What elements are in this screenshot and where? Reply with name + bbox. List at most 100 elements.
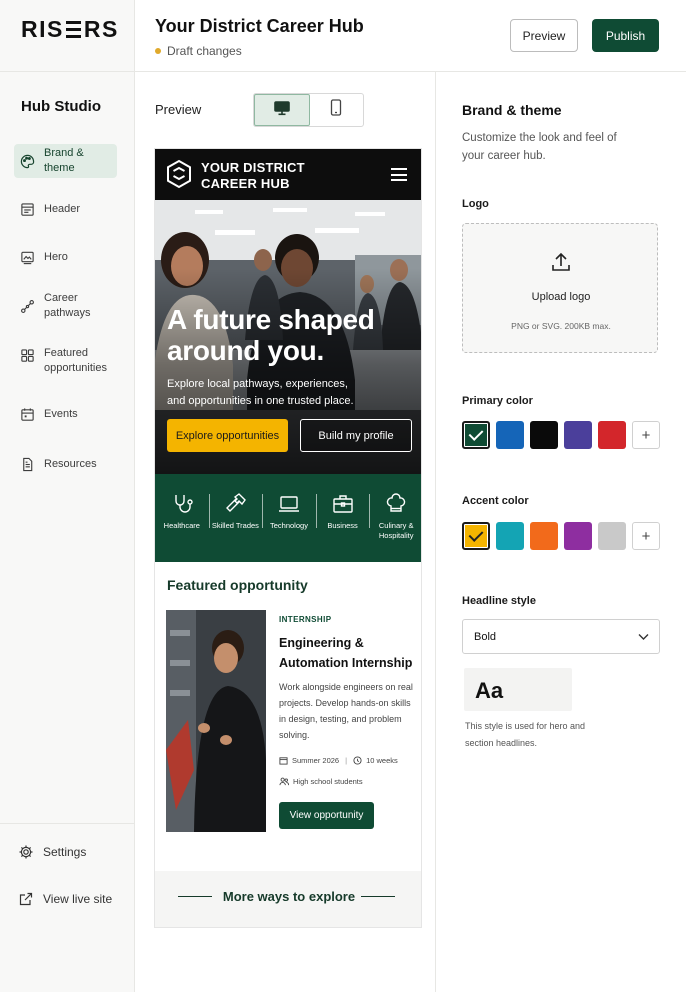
primary-swatch-blue[interactable] xyxy=(496,421,524,449)
page-title: Your District Career Hub xyxy=(155,16,364,36)
sidebar-item-label: Events xyxy=(44,407,78,420)
desktop-view-button[interactable] xyxy=(254,94,310,126)
sidebar-item-hero[interactable]: Hero xyxy=(14,240,126,274)
panel-description: Customize the look and feel of your care… xyxy=(462,132,617,162)
upload-icon xyxy=(549,250,573,279)
pathway-label: Technology xyxy=(270,521,308,530)
sidebar: RIS RS Hub Studio Brand & theme Header He… xyxy=(0,0,135,992)
headline-style-value: Bold xyxy=(474,630,497,643)
gear-icon xyxy=(17,843,35,861)
sidebar-item-career-pathways[interactable]: Career pathways xyxy=(14,289,126,323)
primary-swatch-black[interactable] xyxy=(530,421,558,449)
pathway-label: Business xyxy=(327,521,358,530)
primary-color-label: Primary color xyxy=(462,395,533,407)
draft-status: Draft changes xyxy=(155,44,242,58)
build-profile-button[interactable]: Build my profile xyxy=(300,419,412,452)
logo-upload-dropzone[interactable]: Upload logo PNG or SVG. 200KB max. xyxy=(462,223,658,353)
plus-icon: + xyxy=(641,527,651,545)
laptop-icon xyxy=(278,496,299,512)
grid-icon xyxy=(18,346,36,364)
view-live-site-label: View live site xyxy=(43,892,113,906)
accent-swatch-orange[interactable] xyxy=(530,522,558,550)
calendar-icon xyxy=(279,757,288,765)
sidebar-item-header[interactable]: Header xyxy=(14,192,126,226)
calendar-icon xyxy=(18,405,36,423)
opportunity-title: Engineering & Automation Internship xyxy=(279,636,413,670)
sidebar-item-label: Career pathways xyxy=(44,292,91,319)
opportunity-duration: 10 weeks xyxy=(366,756,398,765)
add-primary-color-button[interactable]: + xyxy=(632,421,660,449)
sidebar-item-featured-opportunities[interactable]: Featured opportunities xyxy=(14,336,126,378)
status-text: Draft changes xyxy=(167,44,242,58)
pathway-culinary[interactable]: Culinary & Hospitality xyxy=(369,474,421,562)
pathway-label: Healthcare xyxy=(163,521,200,530)
accent-swatch-teal[interactable] xyxy=(496,522,524,550)
pathway-healthcare[interactable]: Healthcare xyxy=(155,474,209,562)
hero-headline-line: A future shaped xyxy=(167,304,375,335)
status-dot-icon xyxy=(155,48,161,54)
meta-separator: | xyxy=(345,756,348,765)
hero-subtext: Explore local pathways, experiences, and… xyxy=(167,378,354,407)
logo-text: RIS xyxy=(21,16,64,42)
settings-label: Settings xyxy=(43,845,87,859)
stethoscope-icon xyxy=(175,495,193,513)
document-icon xyxy=(18,455,36,473)
accent-swatch-purple[interactable] xyxy=(564,522,592,550)
briefcase-icon xyxy=(332,495,353,513)
settings-link[interactable]: Settings xyxy=(17,843,86,861)
sidebar-item-resources[interactable]: Resources xyxy=(14,447,126,481)
pathway-skilled-trades[interactable]: Skilled Trades xyxy=(208,474,263,562)
publish-button[interactable]: Publish xyxy=(592,19,659,52)
external-link-icon xyxy=(17,890,35,908)
preview-label: Preview xyxy=(155,102,202,117)
pathway-technology[interactable]: Technology xyxy=(262,474,316,562)
opportunity-audience-row: High school students xyxy=(279,777,363,786)
primary-swatch-green[interactable] xyxy=(462,421,490,449)
preview-button[interactable]: Preview xyxy=(510,19,578,52)
more-ways-section: More ways to explore xyxy=(155,871,421,927)
divider xyxy=(0,71,135,72)
site-title-line: CAREER HUB xyxy=(201,176,290,191)
site-header: YOUR DISTRICT CAREER HUB xyxy=(155,149,421,200)
hero-image-icon xyxy=(18,248,36,266)
hero-section: A future shaped around you. Explore loca… xyxy=(155,200,421,474)
upload-label: Upload logo xyxy=(531,291,591,303)
studio-title: Hub Studio xyxy=(21,98,101,115)
primary-swatch-purple[interactable] xyxy=(564,421,592,449)
view-live-site-link[interactable]: View live site xyxy=(17,890,112,908)
chef-hat-icon xyxy=(386,493,406,512)
settings-panel: Brand & theme Customize the look and fee… xyxy=(436,72,686,992)
add-accent-color-button[interactable]: + xyxy=(632,522,660,550)
hammer-icon xyxy=(226,493,247,512)
hero-headline-line: around you. xyxy=(167,335,324,366)
accent-swatch-yellow[interactable] xyxy=(462,522,490,550)
headline-style-description: This style is used for hero and section … xyxy=(465,721,586,748)
chevron-down-icon xyxy=(638,632,649,644)
people-icon xyxy=(279,777,289,786)
sidebar-item-label: Hero xyxy=(44,250,68,263)
opportunity-tag: INTERNSHIP xyxy=(279,615,332,624)
panel-title: Brand & theme xyxy=(462,102,562,118)
logo-label: Logo xyxy=(462,198,489,210)
headline-style-select[interactable]: Bold xyxy=(462,619,660,654)
primary-swatch-red[interactable] xyxy=(598,421,626,449)
pathways-icon xyxy=(18,297,36,315)
accent-color-label: Accent color xyxy=(462,495,529,507)
opportunity-meta: Summer 2026 | 10 weeks xyxy=(279,756,398,765)
sidebar-item-events[interactable]: Events xyxy=(14,397,126,431)
accent-swatch-gray[interactable] xyxy=(598,522,626,550)
primary-color-swatches: + xyxy=(462,421,660,449)
site-preview-frame: YOUR DISTRICT CAREER HUB A future shaped… xyxy=(154,148,422,928)
brand-logo[interactable]: RIS RS xyxy=(21,16,119,43)
mobile-view-button[interactable] xyxy=(310,94,364,126)
sidebar-item-brand-theme[interactable]: Brand & theme xyxy=(14,144,117,178)
divider xyxy=(0,823,135,824)
logo-text: RS xyxy=(83,16,119,42)
view-opportunity-button[interactable]: View opportunity xyxy=(279,802,374,829)
hamburger-menu-icon[interactable] xyxy=(391,168,407,181)
upload-hint: PNG or SVG. 200KB max. xyxy=(511,321,611,331)
headline-style-sample: Aa xyxy=(464,668,572,711)
pathway-business[interactable]: Business xyxy=(315,474,370,562)
explore-opportunities-button[interactable]: Explore opportunities xyxy=(167,419,288,452)
divider xyxy=(361,896,395,897)
